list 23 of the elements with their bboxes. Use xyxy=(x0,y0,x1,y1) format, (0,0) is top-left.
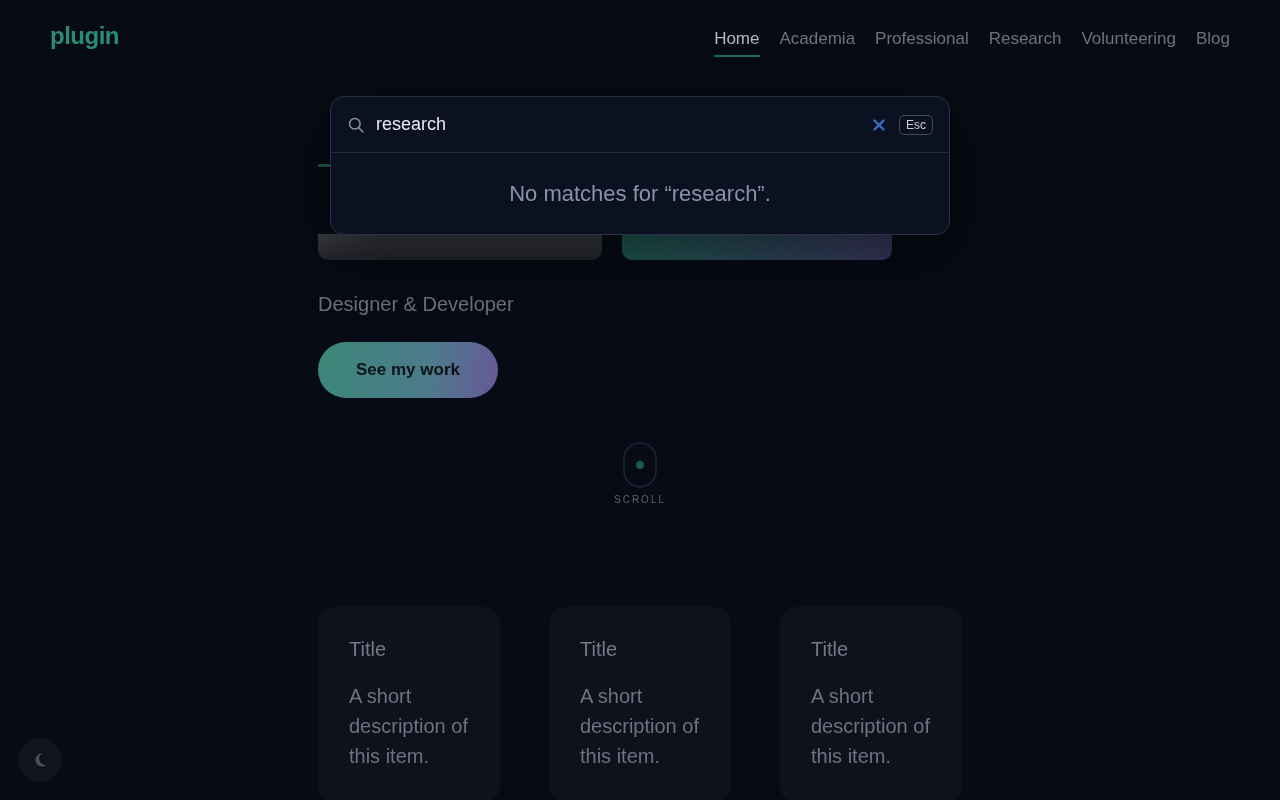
search-field[interactable]: research xyxy=(376,110,871,139)
nav-link[interactable]: Home xyxy=(714,25,760,57)
scroll-mouse-icon xyxy=(623,442,657,488)
hero-subtitle: Designer & Developer xyxy=(318,292,515,316)
clear-search-button[interactable] xyxy=(871,116,887,133)
nav-link[interactable]: Blog xyxy=(1195,25,1230,57)
nav-link[interactable]: Volunteering xyxy=(1081,25,1176,57)
card-description: A short description of this item. xyxy=(811,684,931,769)
card-description: A short description of this item. xyxy=(349,684,469,769)
see-work-button[interactable]: See my work xyxy=(318,342,498,398)
card-title: Title xyxy=(349,637,388,661)
site-logo[interactable]: plugin xyxy=(50,22,119,50)
card-title: Title xyxy=(580,637,619,661)
scroll-hint: SCROLL xyxy=(614,494,666,506)
nav-link[interactable]: Professional xyxy=(875,25,969,57)
nav-link[interactable]: Academia xyxy=(779,25,856,57)
search-icon xyxy=(348,116,364,133)
card-description: A short description of this item. xyxy=(580,684,700,769)
nav-link[interactable]: Research xyxy=(988,25,1062,57)
card-title: Title xyxy=(811,637,850,661)
esc-key-hint: Esc xyxy=(899,114,933,135)
no-results-message: No matches for “research”. xyxy=(509,180,771,207)
close-icon xyxy=(873,118,885,131)
